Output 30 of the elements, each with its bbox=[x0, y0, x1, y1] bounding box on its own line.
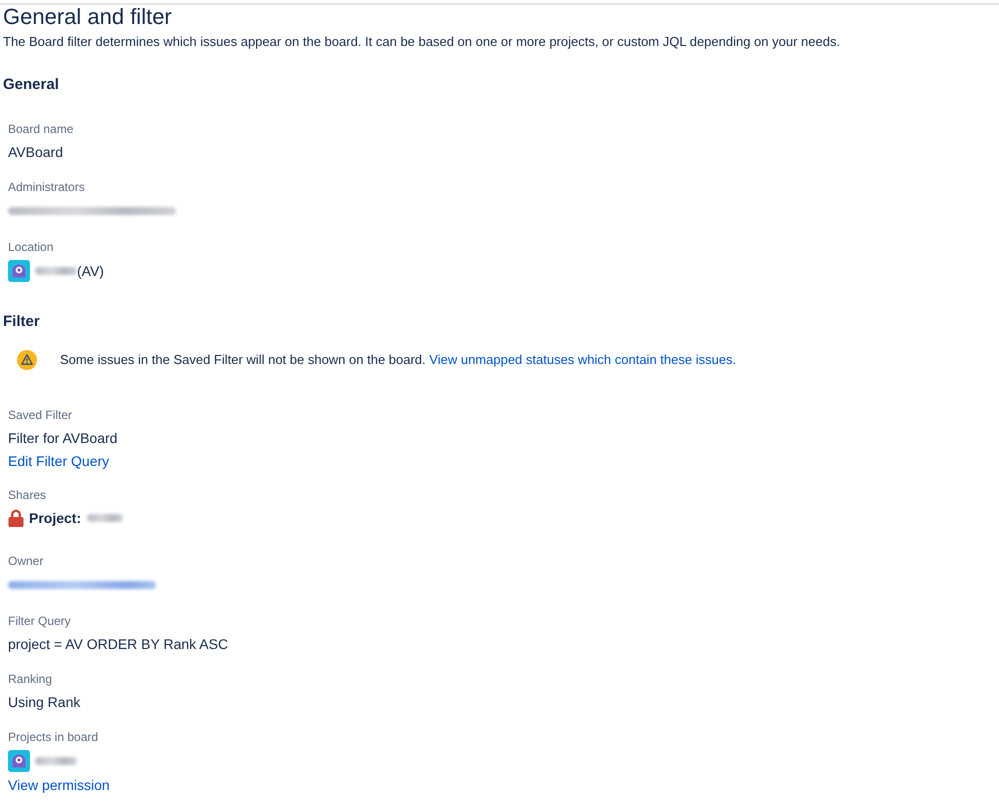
field-value: AVBoard bbox=[8, 143, 64, 162]
field-label: Filter Query bbox=[8, 613, 72, 630]
redacted-name bbox=[87, 514, 124, 522]
section-heading: General bbox=[3, 75, 60, 95]
field-value: Filter for AVBoard bbox=[8, 429, 118, 448]
page-description: The Board filter determines which issues appear on the board. It can be based on one or more projects, or custom JQL depending on your needs. bbox=[3, 33, 842, 51]
field-label: Saved Filter bbox=[8, 407, 74, 424]
unmapped-statuses-link[interactable]: View unmapped statuses which contain these issues. bbox=[429, 352, 736, 367]
field-link[interactable]: Edit Filter Query bbox=[8, 453, 110, 469]
field-value: project = AV ORDER BY Rank ASC bbox=[8, 635, 230, 654]
field-label: Administrators bbox=[8, 179, 86, 196]
project-avatar-icon bbox=[8, 260, 30, 282]
project-key: (AV) bbox=[77, 259, 104, 283]
field-label: Board name bbox=[8, 121, 74, 138]
page-title: General and filter bbox=[3, 5, 173, 29]
redacted-name bbox=[35, 757, 77, 765]
warning-message: Some issues in the Saved Filter will not be shown on the board. View unmapped statuses which contain these issues. bbox=[60, 351, 736, 369]
warning-icon bbox=[17, 350, 37, 370]
share-scope: Project: bbox=[29, 509, 82, 528]
field-value: Using Rank bbox=[8, 693, 82, 712]
redacted-name bbox=[35, 267, 77, 275]
project-avatar-icon bbox=[8, 750, 30, 772]
field-label: Shares bbox=[8, 487, 48, 504]
field-label: Owner bbox=[8, 553, 44, 570]
section-heading: Filter bbox=[3, 312, 41, 332]
field-label: Ranking bbox=[8, 671, 54, 688]
field-link[interactable]: View permission bbox=[8, 777, 110, 793]
field-label: Location bbox=[8, 239, 54, 256]
field-label: Projects in board bbox=[8, 729, 100, 746]
padlock-icon bbox=[8, 509, 24, 527]
